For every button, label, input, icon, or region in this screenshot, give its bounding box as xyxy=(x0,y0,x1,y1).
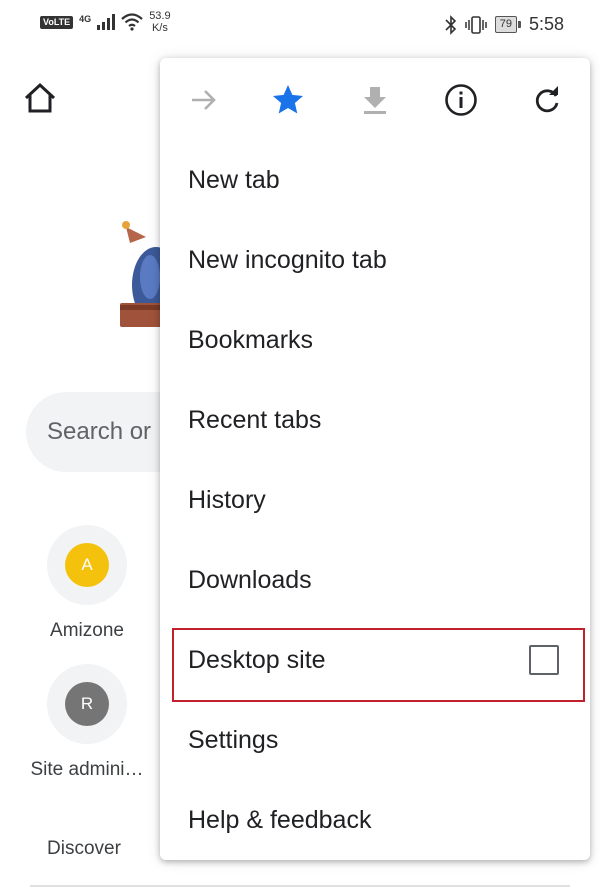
tile-icon-circle: R xyxy=(47,664,127,744)
clock: 5:58 xyxy=(528,14,564,34)
menu-item-label: Bookmarks xyxy=(188,325,314,354)
menu-item-help-feedback[interactable]: Help & feedback xyxy=(160,780,590,860)
speed-value: 53.9 xyxy=(149,10,171,22)
info-icon xyxy=(445,84,477,116)
refresh-button[interactable] xyxy=(527,80,567,120)
overflow-menu: New tab New incognito tab Bookmarks Rece… xyxy=(160,58,590,860)
discover-heading: Discover xyxy=(47,838,121,859)
highlight-box xyxy=(172,628,585,702)
refresh-icon xyxy=(535,86,559,113)
home-button[interactable] xyxy=(22,80,58,116)
status-bar-right: 79 5:58 xyxy=(445,14,564,35)
bookmark-button[interactable] xyxy=(268,80,308,120)
forward-button[interactable] xyxy=(184,80,224,120)
battery-level: 79 xyxy=(494,16,517,33)
signal-icon xyxy=(97,14,116,30)
menu-toolbar xyxy=(160,58,590,138)
home-icon xyxy=(24,82,56,113)
shortcut-tile-site-admin[interactable]: R Site admini… xyxy=(17,664,157,781)
menu-item-history[interactable]: History xyxy=(160,460,590,540)
forward-arrow-icon xyxy=(192,90,216,110)
divider xyxy=(30,885,570,887)
menu-item-label: Settings xyxy=(188,725,279,754)
shortcut-tile-amizone[interactable]: A Amizone xyxy=(17,525,157,642)
status-bar: VoLTE 4G 53.9 K/s 79 5:58 xyxy=(0,0,600,50)
menu-item-label: Recent tabs xyxy=(188,405,322,434)
menu-item-settings[interactable]: Settings xyxy=(160,700,590,780)
bookmark-star-icon xyxy=(273,85,303,114)
tile-letter-badge: A xyxy=(65,543,109,587)
menu-item-label: New incognito tab xyxy=(188,245,387,274)
menu-item-downloads[interactable]: Downloads xyxy=(160,540,590,620)
network-speed: 53.9 K/s xyxy=(149,10,170,34)
tile-label: Amizone xyxy=(50,620,124,641)
menu-item-label: Downloads xyxy=(188,565,312,594)
menu-item-bookmarks[interactable]: Bookmarks xyxy=(160,300,590,380)
menu-item-new-tab[interactable]: New tab xyxy=(160,140,590,220)
battery-tip xyxy=(517,21,521,28)
download-button[interactable] xyxy=(355,80,395,120)
doodle-image xyxy=(120,221,166,327)
menu-item-new-incognito-tab[interactable]: New incognito tab xyxy=(160,220,590,300)
tile-icon-circle: A xyxy=(47,525,127,605)
status-bar-left: VoLTE 4G 53.9 K/s xyxy=(40,10,171,34)
speed-unit: K/s xyxy=(151,22,168,34)
volte-badge: VoLTE xyxy=(40,15,74,29)
tile-label: Site admini… xyxy=(30,759,144,780)
battery-icon: 79 xyxy=(494,16,521,33)
download-icon xyxy=(364,87,386,114)
menu-item-label: New tab xyxy=(188,165,280,194)
page-info-button[interactable] xyxy=(441,80,481,120)
tile-letter-badge: R xyxy=(65,682,109,726)
wifi-icon xyxy=(121,13,143,31)
search-placeholder: Search or xyxy=(47,418,152,445)
vibrate-icon xyxy=(464,15,487,34)
menu-item-recent-tabs[interactable]: Recent tabs xyxy=(160,380,590,460)
menu-item-label: History xyxy=(188,485,266,514)
network-type: 4G xyxy=(79,13,92,24)
bluetooth-icon xyxy=(445,14,456,35)
menu-item-label: Help & feedback xyxy=(188,805,372,834)
